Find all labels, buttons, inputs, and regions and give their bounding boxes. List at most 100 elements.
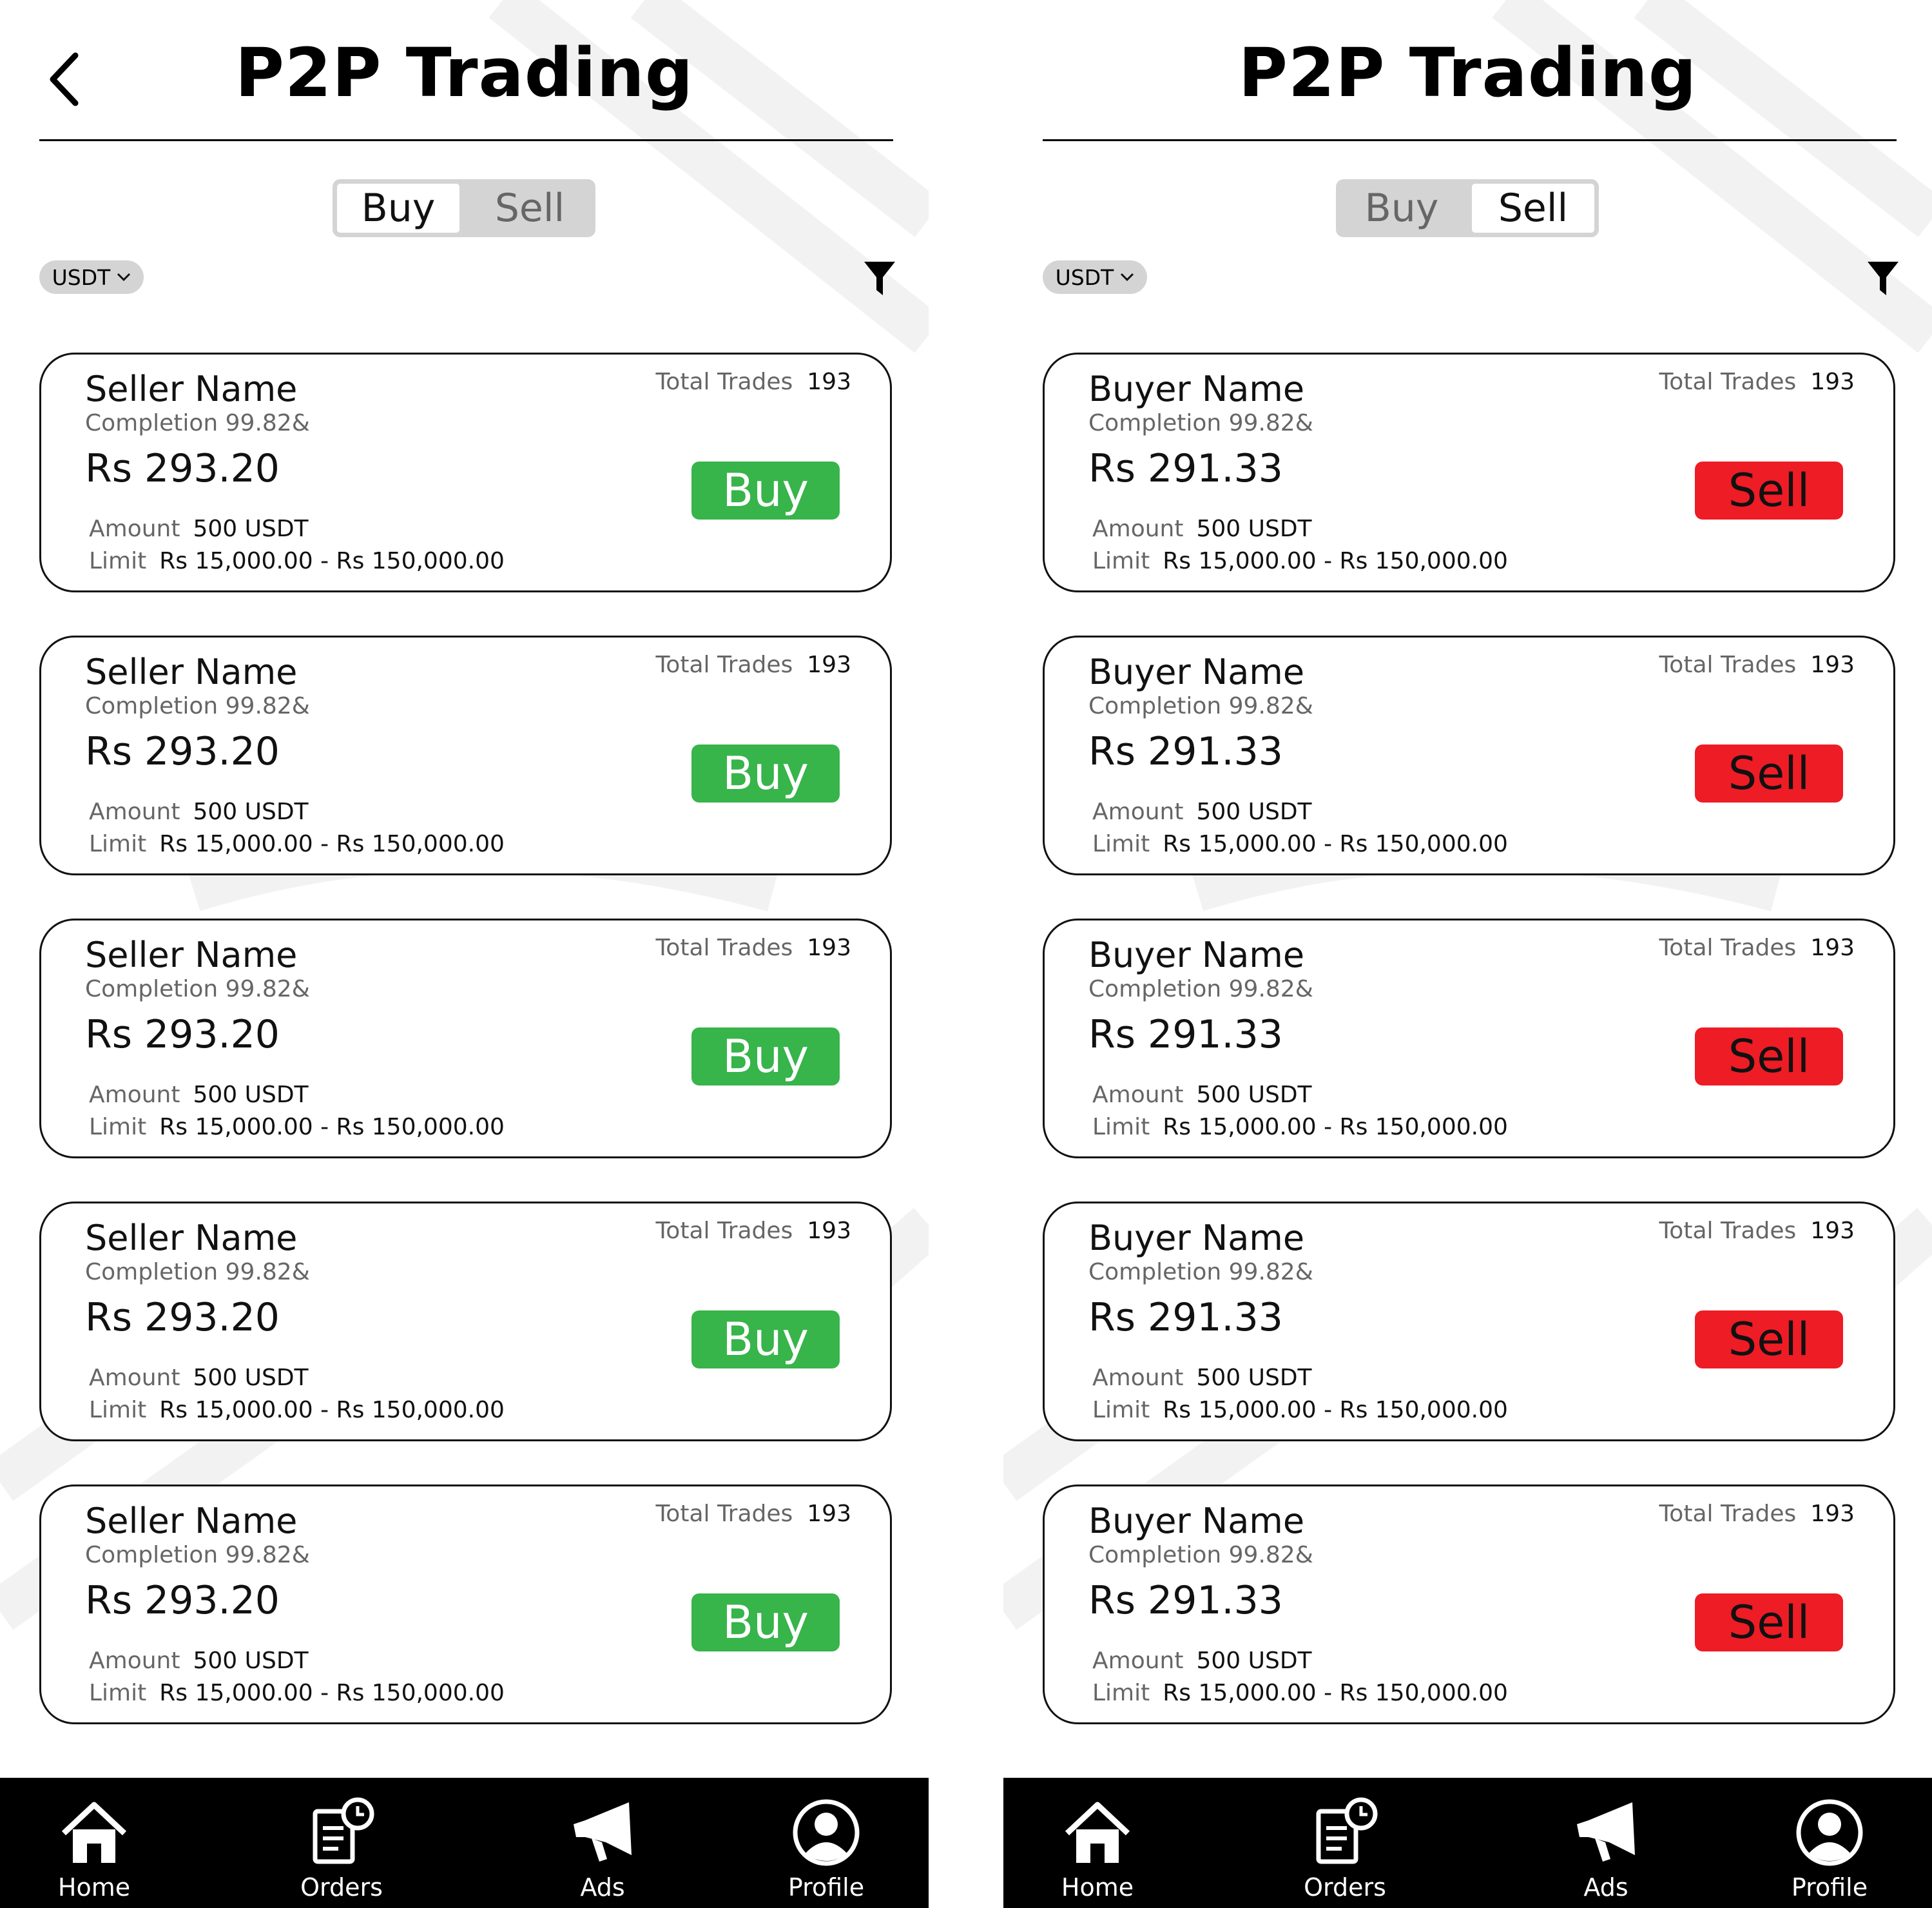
sell-button[interactable]: Sell <box>1695 462 1843 520</box>
toggle-buy[interactable]: Buy <box>1336 179 1467 237</box>
amount-label: Amount <box>89 799 180 825</box>
sell-button[interactable]: Sell <box>1695 1027 1843 1085</box>
header-divider <box>1043 139 1897 141</box>
total-trades-label: Total Trades <box>1659 1218 1797 1244</box>
trader-name: Buyer Name <box>1088 935 1305 975</box>
limit-value: Rs 15,000.00 - Rs 150,000.00 <box>159 1397 505 1423</box>
limit-label: Limit <box>89 1397 147 1423</box>
currency-dropdown[interactable]: USDT <box>39 260 144 294</box>
limit-label: Limit <box>1092 548 1150 574</box>
amount-label: Amount <box>89 1082 180 1108</box>
nav-ads[interactable]: Ads <box>538 1778 667 1908</box>
completion-rate: Completion 99.82& <box>1088 1259 1313 1285</box>
trader-name: Seller Name <box>85 1501 298 1541</box>
total-trades: Total Trades 193 <box>655 1501 851 1527</box>
buy-button[interactable]: Buy <box>691 1027 840 1085</box>
total-trades-label: Total Trades <box>1659 1501 1797 1527</box>
amount-value: 500 USDT <box>1196 799 1312 825</box>
total-trades-label: Total Trades <box>655 935 793 961</box>
nav-ads[interactable]: Ads <box>1541 1778 1670 1908</box>
sell-button[interactable]: Sell <box>1695 1593 1843 1651</box>
nav-home[interactable]: Home <box>30 1778 159 1908</box>
home-icon <box>61 1802 127 1863</box>
nav-profile[interactable]: Profile <box>1765 1778 1894 1908</box>
amount-value: 500 USDT <box>193 1365 309 1391</box>
amount-row: Amount 500 USDT <box>1092 799 1312 825</box>
amount-row: Amount 500 USDT <box>89 516 309 542</box>
profile-icon <box>1796 1799 1863 1866</box>
header-divider <box>39 139 893 141</box>
amount-value: 500 USDT <box>193 799 309 825</box>
total-trades: Total Trades 193 <box>1659 935 1855 961</box>
offer-card: Seller Name Completion 99.82& Rs 293.20 … <box>39 353 892 592</box>
amount-value: 500 USDT <box>193 1082 309 1108</box>
limit-label: Limit <box>89 1680 147 1706</box>
buy-button[interactable]: Buy <box>691 745 840 803</box>
amount-value: 500 USDT <box>1196 1082 1312 1108</box>
nav-home-label: Home <box>1061 1873 1134 1902</box>
completion-rate: Completion 99.82& <box>85 410 310 436</box>
filter-icon[interactable] <box>1868 262 1898 295</box>
price: Rs 291.33 <box>1088 1578 1283 1623</box>
toggle-sell[interactable]: Sell <box>464 179 595 237</box>
buy-sell-toggle: Buy Sell <box>1336 179 1599 237</box>
chevron-down-icon <box>117 273 131 282</box>
total-trades: Total Trades 193 <box>655 369 851 395</box>
limit-label: Limit <box>89 831 147 857</box>
trader-name: Seller Name <box>85 369 298 409</box>
total-trades-value: 193 <box>807 369 851 395</box>
buy-button[interactable]: Buy <box>691 1593 840 1651</box>
trader-name: Buyer Name <box>1088 1501 1305 1541</box>
nav-home-label: Home <box>57 1873 131 1902</box>
amount-value: 500 USDT <box>193 516 309 542</box>
buy-button[interactable]: Buy <box>691 1310 840 1368</box>
limit-label: Limit <box>1092 1397 1150 1423</box>
limit-value: Rs 15,000.00 - Rs 150,000.00 <box>159 1680 505 1706</box>
trader-name: Buyer Name <box>1088 1218 1305 1258</box>
trader-name: Buyer Name <box>1088 369 1305 409</box>
limit-value: Rs 15,000.00 - Rs 150,000.00 <box>159 548 505 574</box>
price: Rs 293.20 <box>85 1012 280 1057</box>
screen-sell: P2P Trading Buy Sell USDT Buyer Name Com… <box>1003 0 1932 1908</box>
profile-icon <box>793 1799 860 1866</box>
toggle-sell[interactable]: Sell <box>1467 179 1599 237</box>
limit-row: Limit Rs 15,000.00 - Rs 150,000.00 <box>89 548 505 574</box>
currency-label: USDT <box>1055 264 1114 290</box>
amount-value: 500 USDT <box>1196 1365 1312 1391</box>
nav-home[interactable]: Home <box>1033 1778 1162 1908</box>
buy-button[interactable]: Buy <box>691 462 840 520</box>
page-title: P2P Trading <box>1238 34 1697 112</box>
limit-row: Limit Rs 15,000.00 - Rs 150,000.00 <box>89 1114 505 1140</box>
amount-label: Amount <box>89 1648 180 1674</box>
amount-row: Amount 500 USDT <box>89 799 309 825</box>
total-trades-label: Total Trades <box>655 1501 793 1527</box>
total-trades-label: Total Trades <box>1659 369 1797 395</box>
limit-row: Limit Rs 15,000.00 - Rs 150,000.00 <box>89 1680 505 1706</box>
offer-card: Buyer Name Completion 99.82& Rs 291.33 T… <box>1043 1485 1895 1724</box>
toggle-buy[interactable]: Buy <box>333 179 464 237</box>
amount-label: Amount <box>89 1365 180 1391</box>
filter-icon[interactable] <box>864 262 895 295</box>
price: Rs 293.20 <box>85 1578 280 1623</box>
header: P2P Trading <box>0 0 929 142</box>
nav-orders[interactable]: Orders <box>1280 1778 1409 1908</box>
limit-value: Rs 15,000.00 - Rs 150,000.00 <box>159 1114 505 1140</box>
limit-label: Limit <box>1092 1680 1150 1706</box>
offer-card: Buyer Name Completion 99.82& Rs 291.33 T… <box>1043 353 1895 592</box>
limit-value: Rs 15,000.00 - Rs 150,000.00 <box>1163 548 1508 574</box>
currency-dropdown[interactable]: USDT <box>1043 260 1147 294</box>
completion-rate: Completion 99.82& <box>1088 976 1313 1002</box>
total-trades: Total Trades 193 <box>1659 1501 1855 1527</box>
total-trades-label: Total Trades <box>1659 652 1797 678</box>
nav-orders-label: Orders <box>300 1873 383 1902</box>
total-trades: Total Trades 193 <box>655 935 851 961</box>
limit-row: Limit Rs 15,000.00 - Rs 150,000.00 <box>1092 1114 1508 1140</box>
sell-button[interactable]: Sell <box>1695 745 1843 803</box>
offer-card: Buyer Name Completion 99.82& Rs 291.33 T… <box>1043 1202 1895 1441</box>
nav-profile-label: Profile <box>1791 1873 1868 1902</box>
nav-orders[interactable]: Orders <box>277 1778 406 1908</box>
total-trades-value: 193 <box>1810 369 1855 395</box>
sell-button[interactable]: Sell <box>1695 1310 1843 1368</box>
nav-profile[interactable]: Profile <box>762 1778 891 1908</box>
offer-card: Seller Name Completion 99.82& Rs 293.20 … <box>39 636 892 875</box>
